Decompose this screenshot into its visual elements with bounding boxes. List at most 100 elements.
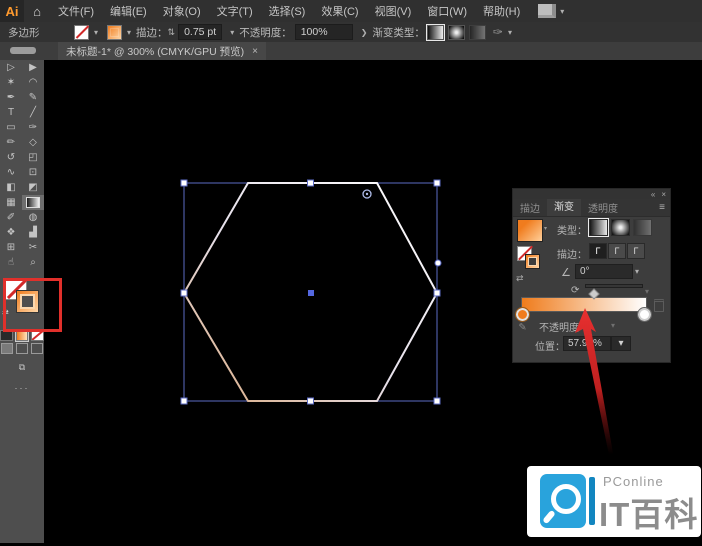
chevron-down-icon[interactable]: ▾: [230, 28, 234, 37]
panel-stroke-swatch-gradient[interactable]: [525, 254, 540, 269]
radial-gradient-button[interactable]: [611, 219, 630, 236]
slice-tool[interactable]: ✂: [22, 240, 44, 255]
watermark-brand: PConline: [603, 474, 664, 489]
stroke-weight-value[interactable]: 0.75 pt: [178, 24, 222, 40]
center-point[interactable]: [308, 290, 314, 296]
fill-none-swatch[interactable]: [74, 25, 89, 40]
position-dropdown[interactable]: ▾: [611, 336, 631, 351]
chevron-down-icon[interactable]: ▾: [544, 225, 547, 232]
book-spine-icon: [589, 477, 595, 525]
position-value[interactable]: 57.99%: [563, 336, 611, 351]
type-tool[interactable]: T: [0, 105, 22, 120]
home-icon[interactable]: ⌂: [24, 4, 50, 19]
mesh-tool[interactable]: ▦: [0, 195, 22, 210]
reverse-gradient-icon[interactable]: ⇄: [516, 273, 524, 284]
menu-edit[interactable]: 编辑(E): [102, 3, 155, 19]
zoom-tool[interactable]: ⌕: [22, 255, 44, 270]
submenu-arrow-icon[interactable]: ❯: [361, 28, 368, 37]
active-tool-label: 多边形: [0, 25, 70, 40]
perspective-grid-tool[interactable]: ◩: [22, 180, 44, 195]
pen-tool[interactable]: ✒: [0, 90, 22, 105]
menu-select[interactable]: 选择(S): [261, 3, 314, 19]
blend-tool[interactable]: ◍: [22, 210, 44, 225]
menu-view[interactable]: 视图(V): [367, 3, 420, 19]
gradient-linear-button[interactable]: [427, 25, 444, 40]
chevron-down-icon[interactable]: ▾: [635, 267, 639, 276]
panel-menu-icon[interactable]: ≡: [659, 202, 670, 213]
tab-stroke[interactable]: 描边: [513, 200, 547, 215]
opacity-value[interactable]: 100%: [295, 24, 353, 40]
workspace-switcher[interactable]: ▾: [538, 4, 564, 18]
rotate-tool[interactable]: ↺: [0, 150, 22, 165]
column-graph-tool[interactable]: ▟: [22, 225, 44, 240]
gradient-slider[interactable]: [521, 297, 647, 312]
magnifier-handle: [542, 510, 556, 525]
close-icon[interactable]: ×: [252, 46, 258, 57]
selection-tool[interactable]: ▷: [0, 60, 22, 75]
draw-behind-button[interactable]: [16, 343, 28, 354]
chevron-down-icon[interactable]: ▾: [127, 28, 131, 37]
line-segment-tool[interactable]: ╱: [22, 105, 44, 120]
stroke-gradient-swatch[interactable]: [107, 25, 122, 40]
close-icon[interactable]: ×: [661, 190, 666, 199]
tab-gradient[interactable]: 渐变: [547, 199, 581, 216]
shape-builder-tool[interactable]: ◧: [0, 180, 22, 195]
app-logo: Ai: [0, 0, 24, 22]
lasso-tool[interactable]: ◠: [22, 75, 44, 90]
panel-tabs: 描边 渐变 透明度 ≡: [513, 199, 670, 217]
type-label: 类型：: [557, 222, 587, 237]
menu-object[interactable]: 对象(O): [155, 3, 209, 19]
menu-window[interactable]: 窗口(W): [419, 3, 475, 19]
eyedropper-tool[interactable]: ✐: [0, 210, 22, 225]
shaper-tool[interactable]: ◇: [22, 135, 44, 150]
angle-value[interactable]: 0°: [575, 264, 633, 279]
rectangle-tool[interactable]: ▭: [0, 120, 22, 135]
stroke-across-button[interactable]: Γ: [627, 243, 645, 259]
watermark-logo-icon: [540, 474, 586, 528]
chevron-down-icon: ▾: [560, 7, 564, 16]
chevron-down-icon: ▾: [645, 287, 649, 296]
stop-opacity-label: 不透明度: [539, 319, 579, 334]
menu-bar: Ai ⌂ 文件(F) 编辑(E) 对象(O) 文字(T) 选择(S) 效果(C)…: [0, 0, 702, 22]
gradient-stop-end[interactable]: [638, 308, 651, 321]
paintbrush-tool[interactable]: ✑: [22, 120, 44, 135]
screen-mode-button[interactable]: ⧉: [0, 362, 44, 373]
width-tool[interactable]: ∿: [0, 165, 22, 180]
gradient-tool[interactable]: [22, 195, 44, 210]
polygon-side-widget[interactable]: [435, 260, 441, 266]
stroke-within-button[interactable]: Γ: [589, 243, 607, 259]
linear-gradient-button[interactable]: [589, 219, 608, 236]
brush-definition-icon[interactable]: ✑: [493, 25, 503, 39]
draw-normal-button[interactable]: [1, 343, 13, 354]
menu-help[interactable]: 帮助(H): [475, 3, 528, 19]
stroke-apply-label: 描边：: [557, 246, 587, 261]
artboard-tool[interactable]: ⊞: [0, 240, 22, 255]
stroke-weight-label: 描边：: [136, 25, 168, 40]
stroke-along-button[interactable]: Γ: [608, 243, 626, 259]
hand-tool[interactable]: ☝: [0, 255, 22, 270]
free-transform-tool[interactable]: ⊡: [22, 165, 44, 180]
menu-type[interactable]: 文字(T): [209, 3, 261, 19]
magic-wand-tool[interactable]: ✶: [0, 75, 22, 90]
menu-file[interactable]: 文件(F): [50, 3, 102, 19]
curvature-tool[interactable]: ✎: [22, 90, 44, 105]
delete-stop-icon: [654, 299, 664, 312]
menu-effect[interactable]: 效果(C): [313, 3, 366, 19]
tab-transparency[interactable]: 透明度: [581, 200, 625, 215]
chevron-down-icon[interactable]: ▾: [94, 28, 98, 37]
chevron-down-icon[interactable]: ▾: [508, 28, 512, 37]
direct-selection-tool[interactable]: ▶: [22, 60, 44, 75]
document-tab[interactable]: 未标题-1* @ 300% (CMYK/GPU 预览) ×: [58, 42, 266, 60]
document-title: 未标题-1* @ 300% (CMYK/GPU 预览): [66, 44, 244, 59]
edit-toolbar-button[interactable]: ···: [0, 383, 44, 393]
pencil-tool[interactable]: ✏: [0, 135, 22, 150]
collapse-icon[interactable]: «: [651, 190, 655, 199]
gradient-thumbnail[interactable]: [517, 219, 543, 242]
gradient-radial-button[interactable]: [448, 25, 465, 40]
stepper-icon[interactable]: ⇅: [168, 27, 176, 38]
gradient-stop-start[interactable]: [516, 308, 529, 321]
scale-tool[interactable]: ◰: [22, 150, 44, 165]
symbol-sprayer-tool[interactable]: ❖: [0, 225, 22, 240]
draw-inside-button[interactable]: [31, 343, 43, 354]
eyedropper-icon: ✐: [516, 322, 527, 330]
